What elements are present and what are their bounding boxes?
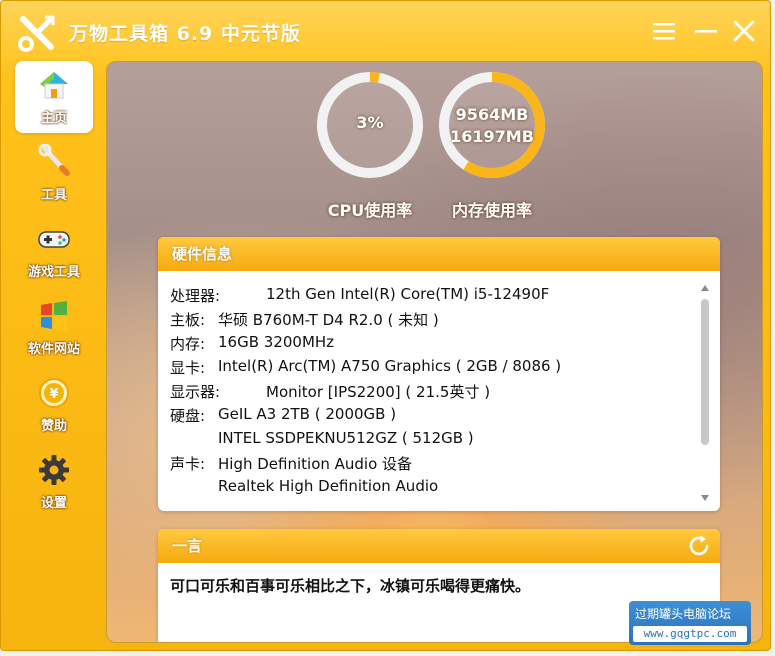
sidebar-item-label: 软件网站 [27,342,80,357]
scroll-up-arrow-icon[interactable] [701,285,709,291]
sidebar-item-sponsor[interactable]: ¥ 赞助 [15,369,93,441]
hardware-info-row: INTEL SSDPEKNU512GZ ( 512GB ) [170,429,690,453]
minimize-icon [695,30,717,33]
refresh-icon[interactable] [686,533,712,559]
scrollbar-thumb[interactable] [701,299,709,445]
scroll-down-arrow-icon[interactable] [701,495,709,501]
sidebar-item-game-tools[interactable]: 游戏工具 [15,215,93,287]
hardware-info-row: 硬盘: GeIL A3 2TB ( 2000GB ) [170,405,690,429]
sidebar-item-software-sites[interactable]: 软件网站 [15,292,93,364]
hardware-info-title: 硬件信息 [158,237,720,271]
sidebar-item-settings[interactable]: 设置 [15,446,93,518]
sidebar: 主页 工具 游戏工具 软件网站 ¥ 赞助 设置 [15,61,97,523]
hardware-info-row: 主板: 华硕 B760M-T D4 R2.0 ( 未知 ) [170,309,690,333]
app-title: 万物工具箱 6.9 中元节版 [69,23,301,45]
close-button[interactable] [730,17,758,45]
watermark-badge: 过期罐头电脑论坛 www.gqgtpc.com [629,601,751,645]
windows-icon [41,301,67,331]
minimize-button[interactable] [692,17,720,45]
hardware-info-row: 处理器: 12th Gen Intel(R) Core(TM) i5-12490F [170,285,690,309]
hardware-info-value: GeIL A3 2TB ( 2000GB ) [218,405,397,423]
hardware-info-value: 16GB 3200MHz [218,333,335,351]
quote-header: 一言 [158,529,720,563]
sidebar-item-label: 工具 [40,188,67,203]
hardware-info-value: 华硕 B760M-T D4 R2.0 ( 未知 ) [218,311,439,329]
hamburger-icon [653,23,675,40]
memory-used-value: 9564MB [455,105,529,124]
main-content: 3% CPU使用率 9564MB 16197MB 内存使用率 硬件信息 处理器:… [106,61,763,643]
menu-button[interactable] [650,17,678,45]
hardware-info-row: Realtek High Definition Audio [170,477,690,501]
hardware-info-key: 显示器: [170,383,221,401]
quote-title: 一言 [172,537,203,555]
sidebar-item-tools[interactable]: 工具 [15,138,93,210]
cpu-usage-value: 3% [356,113,384,132]
hardware-info-key: 处理器: [170,287,221,305]
app-window: 万物工具箱 6.9 中元节版 主页 工具 游戏工具 软件网站 ¥ 赞助 设置 3… [0,0,771,651]
hardware-info-key: 声卡: [170,455,206,473]
hardware-info-value: Realtek High Definition Audio [218,477,439,495]
sidebar-item-label: 主页 [40,111,67,126]
memory-usage-caption: 内存使用率 [451,201,532,220]
hardware-info-key: 内存: [170,335,206,353]
memory-total-value: 16197MB [450,127,534,146]
sidebar-item-label: 设置 [40,496,67,511]
hardware-info-value: Intel(R) Arc(TM) A750 Graphics ( 2GB / 8… [218,357,562,375]
gamepad-icon [38,231,70,248]
wrench-icon [38,144,70,176]
tools-logo-icon [18,15,55,52]
hardware-info-key: 主板: [170,311,206,329]
quote-text: 可口可乐和百事可乐相比之下，冰镇可乐喝得更痛快。 [170,577,531,595]
hardware-info-row: 内存: 16GB 3200MHz [170,333,690,357]
watermark-url: www.gqgtpc.com [633,626,747,642]
home-icon [40,72,68,99]
hardware-info-row: 声卡: High Definition Audio 设备 [170,453,690,477]
yuan-coin-icon: ¥ [39,378,69,408]
watermark-title: 过期罐头电脑论坛 [635,607,732,621]
memory-usage-gauge: 9564MB 16197MB [436,69,548,181]
sidebar-item-label: 游戏工具 [27,265,80,280]
close-icon [733,20,755,42]
hardware-info-value: High Definition Audio 设备 [218,455,413,473]
hardware-info-key: 显卡: [170,359,206,377]
hardware-info-value: INTEL SSDPEKNU512GZ ( 512GB ) [218,429,474,447]
svg-text:¥: ¥ [49,387,58,402]
hardware-info-list: 处理器: 12th Gen Intel(R) Core(TM) i5-12490F… [170,285,690,501]
hardware-info-value: Monitor [IPS2200] ( 21.5英寸 ) [266,383,491,401]
gear-icon [39,455,69,485]
cpu-usage-gauge: 3% [314,69,426,181]
hardware-info-value: 12th Gen Intel(R) Core(TM) i5-12490F [266,285,550,303]
hardware-info-row: 显卡: Intel(R) Arc(TM) A750 Graphics ( 2GB … [170,357,690,381]
sidebar-item-home[interactable]: 主页 [15,61,93,133]
hardware-info-row: 显示器: Monitor [IPS2200] ( 21.5英寸 ) [170,381,690,405]
hardware-info-panel: 硬件信息 处理器: 12th Gen Intel(R) Core(TM) i5-1… [158,237,720,511]
hardware-info-scrollbar[interactable] [698,283,712,503]
sidebar-item-label: 赞助 [40,419,67,434]
title-bar[interactable]: 万物工具箱 6.9 中元节版 [1,1,770,59]
hardware-info-key: 硬盘: [170,407,206,425]
